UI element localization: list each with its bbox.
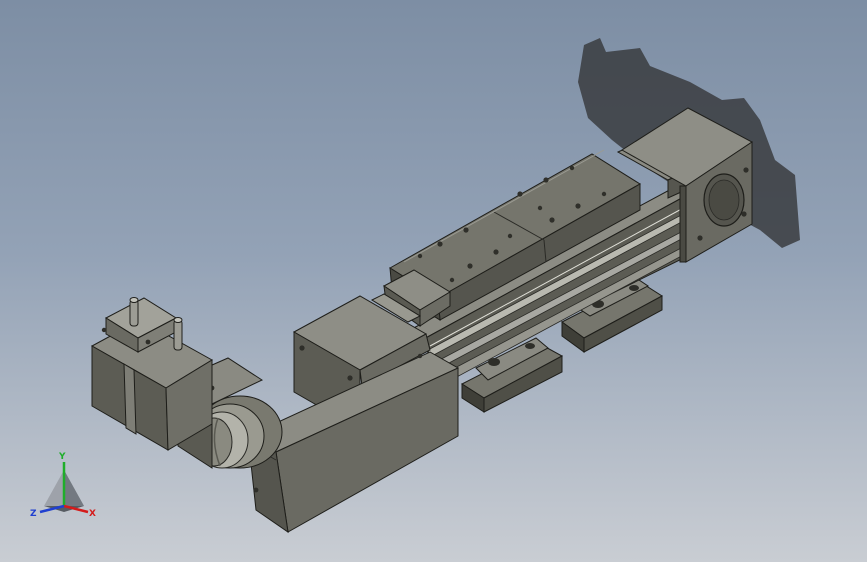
x-axis-label: X bbox=[89, 509, 96, 519]
orientation-triad: Y X Z bbox=[30, 452, 96, 519]
servo-motor[interactable] bbox=[90, 297, 213, 451]
cad-model-scene[interactable] bbox=[0, 0, 867, 562]
z-axis-label: Z bbox=[30, 509, 37, 519]
model-viewport[interactable]: Y X Z bbox=[0, 0, 867, 562]
y-axis-label: Y bbox=[58, 452, 66, 462]
